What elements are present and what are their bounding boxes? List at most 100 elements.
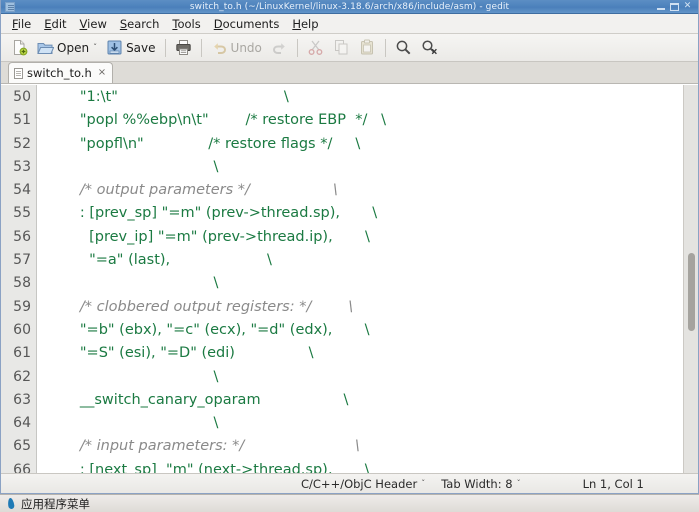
tab-label: switch_to.h: [27, 66, 92, 80]
window-controls: ✕: [656, 1, 696, 12]
code-line[interactable]: /* input parameters: */ \: [43, 435, 698, 458]
menu-tools[interactable]: Tools: [166, 15, 207, 33]
chevron-down-icon[interactable]: ˇ: [517, 479, 521, 488]
find-icon: [395, 39, 412, 56]
save-button[interactable]: Save: [102, 36, 159, 60]
line-number: 53: [13, 158, 31, 175]
open-button[interactable]: Open ˇ: [33, 36, 101, 60]
redo-icon: [271, 39, 288, 56]
code-line[interactable]: \: [43, 156, 698, 179]
menu-documents[interactable]: Documents: [208, 15, 287, 33]
menu-search-rest: earch: [127, 16, 160, 31]
line-number: 58: [13, 275, 31, 292]
gedit-window: switch_to.h (~/LinuxKernel/linux-3.18.6/…: [0, 0, 699, 494]
cut-button[interactable]: [303, 36, 328, 60]
chevron-down-icon[interactable]: ˇ: [93, 43, 97, 52]
language-selector[interactable]: C/C++/ObjC Header ˇ: [301, 477, 425, 491]
menu-view[interactable]: View: [74, 15, 114, 33]
cursor-position: Ln 1, Col 1: [582, 476, 644, 491]
undo-button[interactable]: Undo: [207, 36, 266, 60]
code-line[interactable]: "=a" (last), \: [43, 249, 698, 272]
new-document-button[interactable]: [7, 36, 32, 60]
code-line[interactable]: "=b" (ebx), "=c" (ecx), "=d" (edx), \: [43, 319, 698, 342]
document-icon: [14, 67, 23, 79]
line-number: 62: [13, 368, 31, 385]
desktop: switch_to.h (~/LinuxKernel/linux-3.18.6/…: [0, 0, 699, 512]
code-line[interactable]: /* clobbered output registers: */ \: [43, 296, 698, 319]
menu-view-rest: iew: [87, 16, 107, 31]
line-number: 54: [13, 182, 31, 199]
code-line[interactable]: __switch_canary_oparam \: [43, 389, 698, 412]
code-line[interactable]: "popl %%ebp\n\t" /* restore EBP */ \: [43, 109, 698, 132]
menubar: File Edit View Search Tools Documents He…: [1, 14, 698, 34]
toolbar: Open ˇ Save Undo: [1, 34, 698, 62]
line-number: 65: [13, 438, 31, 455]
new-document-icon: [11, 39, 28, 56]
copy-button[interactable]: [329, 36, 354, 60]
redo-button[interactable]: [267, 36, 292, 60]
tabbar: switch_to.h ×: [1, 62, 698, 84]
statusbar: C/C++/ObjC Header ˇ Tab Width: 8 ˇ Ln 1,…: [1, 473, 698, 493]
code-line[interactable]: "1:\t" \: [43, 86, 698, 109]
chevron-down-icon[interactable]: ˇ: [421, 479, 425, 488]
save-button-label: Save: [126, 40, 156, 55]
code-line[interactable]: : [prev_sp] "=m" (prev->thread.sp), \: [43, 202, 698, 225]
undo-icon: [211, 39, 228, 56]
line-number-gutter: 50 51 52 53 54 55 56 57 58 59 60 61 62 6…: [1, 85, 37, 473]
desktop-taskbar: 应用程序菜单: [0, 494, 699, 512]
menu-help[interactable]: Help: [286, 15, 325, 33]
scrollbar-thumb[interactable]: [688, 253, 695, 331]
toolbar-separator-3: [296, 38, 298, 57]
menu-help-mnemonic: H: [292, 16, 301, 31]
menu-documents-rest: ocuments: [222, 16, 280, 31]
print-button[interactable]: [171, 36, 196, 60]
toolbar-separator-2: [200, 38, 202, 57]
cut-icon: [307, 39, 324, 56]
line-number: 61: [13, 345, 31, 362]
code-line[interactable]: \: [43, 412, 698, 435]
window-titlebar: switch_to.h (~/LinuxKernel/linux-3.18.6/…: [1, 0, 698, 14]
menu-edit[interactable]: Edit: [38, 15, 73, 33]
flame-icon: [6, 498, 16, 510]
toolbar-separator-4: [384, 38, 386, 57]
code-line[interactable]: : [next_sp] "m" (next->thread.sp), \: [43, 459, 698, 473]
toolbar-separator: [164, 38, 166, 57]
menu-search[interactable]: Search: [114, 15, 167, 33]
minimize-button[interactable]: [656, 1, 667, 12]
code-line[interactable]: \: [43, 272, 698, 295]
window-title: switch_to.h (~/LinuxKernel/linux-3.18.6/…: [189, 1, 510, 12]
close-button[interactable]: ✕: [682, 1, 693, 12]
line-number: 52: [13, 135, 31, 152]
line-number: 51: [13, 112, 31, 129]
close-icon[interactable]: ×: [98, 68, 106, 78]
find-button[interactable]: [391, 36, 416, 60]
tab-width-selector[interactable]: Tab Width: 8 ˇ: [441, 477, 520, 491]
open-button-label: Open: [57, 40, 90, 55]
undo-button-label: Undo: [230, 40, 262, 55]
code-line[interactable]: /* output parameters */ \: [43, 179, 698, 202]
tab-switch-to-h[interactable]: switch_to.h ×: [8, 62, 114, 83]
menu-file-rest: ile: [17, 16, 32, 31]
menu-tools-rest: ools: [177, 16, 201, 31]
line-number: 56: [13, 228, 31, 245]
language-label: C/C++/ObjC Header: [301, 476, 418, 491]
line-number: 60: [13, 321, 31, 338]
menu-edit-rest: dit: [51, 16, 67, 31]
vertical-scrollbar[interactable]: [683, 85, 698, 473]
code-text-area[interactable]: "1:\t" \ "popl %%ebp\n\t" /* restore EBP…: [37, 85, 698, 473]
code-line[interactable]: "=S" (esi), "=D" (edi) \: [43, 342, 698, 365]
line-number: 59: [13, 298, 31, 315]
editor-area: 50 51 52 53 54 55 56 57 58 59 60 61 62 6…: [1, 84, 698, 473]
maximize-button[interactable]: [670, 2, 679, 11]
paste-button[interactable]: [355, 36, 380, 60]
app-menu-label[interactable]: 应用程序菜单: [21, 496, 90, 512]
folder-open-icon: [37, 39, 54, 56]
code-line[interactable]: [prev_ip] "=m" (prev->thread.ip), \: [43, 226, 698, 249]
save-icon: [106, 39, 123, 56]
menu-file[interactable]: File: [6, 15, 38, 33]
find-replace-button[interactable]: [417, 36, 442, 60]
line-number: 50: [13, 89, 31, 105]
code-line[interactable]: \: [43, 366, 698, 389]
paste-icon: [359, 39, 376, 56]
code-line[interactable]: "popfl\n" /* restore flags */ \: [43, 133, 698, 156]
